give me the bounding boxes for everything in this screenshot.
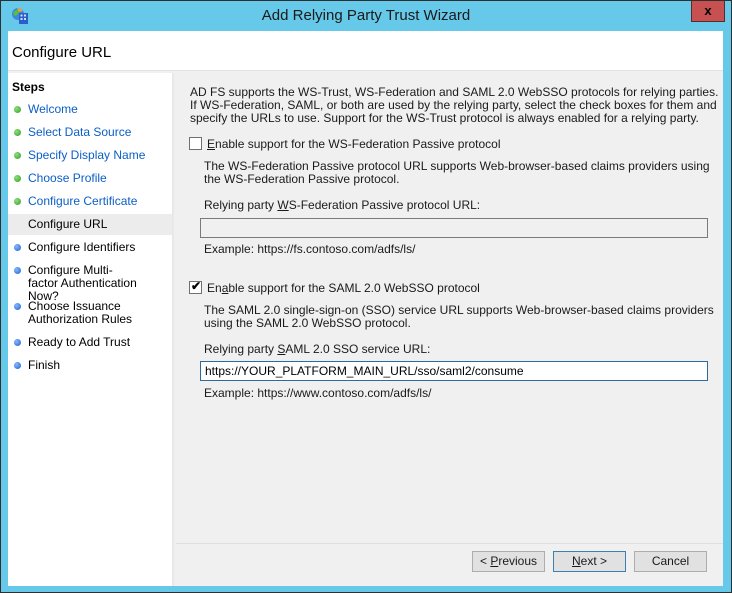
step-pending-icon xyxy=(14,267,21,274)
step-label: Finish xyxy=(28,358,61,372)
step-label: Welcome xyxy=(28,102,78,116)
saml-example: Example: https://www.contoso.com/adfs/ls… xyxy=(204,386,432,400)
close-icon: x xyxy=(704,3,712,18)
step-label: Select Data Source xyxy=(28,125,132,139)
wsfed-checkbox[interactable] xyxy=(189,137,202,150)
step-item[interactable]: Select Data Source xyxy=(8,126,172,139)
page-title: Configure URL xyxy=(12,44,112,61)
step-complete-icon xyxy=(14,221,21,228)
footer-divider xyxy=(176,543,723,544)
step-item[interactable]: Specify Display Name xyxy=(8,149,172,162)
step-complete-icon xyxy=(14,198,21,205)
step-item: Configure URL xyxy=(8,214,172,235)
step-complete-icon xyxy=(14,106,21,113)
saml-url-input[interactable] xyxy=(200,361,708,381)
intro-text: AD FS supports the WS-Trust, WS-Federati… xyxy=(190,85,719,125)
step-label: Configure URL xyxy=(28,217,108,231)
title-bar[interactable]: Add Relying Party Trust Wizard x xyxy=(1,1,731,31)
wsfed-description: The WS-Federation Passive protocol URL s… xyxy=(204,159,710,186)
step-pending-icon xyxy=(14,362,21,369)
step-label: Configure Identifiers xyxy=(28,240,136,254)
mnemonic: E xyxy=(207,137,216,151)
mnemonic: W xyxy=(277,198,289,212)
wsfed-field-label: Relying party WS-Federation Passive prot… xyxy=(204,199,732,212)
content-panel: AD FS supports the WS-Trust, WS-Federati… xyxy=(176,73,723,586)
label-text: < xyxy=(479,554,491,568)
saml-field-label: Relying party SAML 2.0 SSO service URL: xyxy=(204,343,732,356)
wsfed-checkbox-label[interactable]: Enable support for the WS-Federation Pas… xyxy=(207,137,501,151)
step-label: Choose Profile xyxy=(28,171,107,185)
step-item: Configure Identifiers xyxy=(8,241,172,254)
step-complete-icon xyxy=(14,175,21,182)
wsfed-example: Example: https://fs.contoso.com/adfs/ls/ xyxy=(204,242,416,256)
label-text: Relying party xyxy=(204,342,278,356)
page-header: Configure URL xyxy=(8,31,723,71)
label-text: ext > xyxy=(580,554,608,568)
step-item[interactable]: Choose Profile xyxy=(8,172,172,185)
label-text: ble support for the SAML 2.0 WebSSO prot… xyxy=(228,281,480,295)
label-text: S-Federation Passive protocol URL: xyxy=(288,198,481,212)
saml-checkbox-label[interactable]: Enable support for the SAML 2.0 WebSSO p… xyxy=(207,281,480,295)
step-label: Choose Issuance Authorization Rules xyxy=(28,299,133,326)
mnemonic: N xyxy=(571,554,581,568)
label-text: nable support for the WS-Federation Pass… xyxy=(215,137,501,151)
wizard-window: Add Relying Party Trust Wizard x Configu… xyxy=(0,0,732,593)
window-title: Add Relying Party Trust Wizard xyxy=(261,7,471,24)
steps-heading: Steps xyxy=(12,80,45,94)
label-text: Relying party xyxy=(204,198,278,212)
step-pending-icon xyxy=(14,244,21,251)
step-pending-icon xyxy=(14,339,21,346)
label-text: AML 2.0 SSO service URL: xyxy=(285,342,431,356)
step-complete-icon xyxy=(14,129,21,136)
step-item: Finish xyxy=(8,359,172,372)
saml-checkbox[interactable]: ✔ xyxy=(189,279,202,294)
close-button[interactable]: x xyxy=(691,1,725,22)
step-item: Configure Multi-factor Authentication No… xyxy=(8,264,172,303)
step-item: Ready to Add Trust xyxy=(8,336,172,349)
label-text: En xyxy=(207,281,222,295)
step-item: Choose Issuance Authorization Rules xyxy=(8,300,172,326)
step-label: Configure Multi-factor Authentication No… xyxy=(28,263,137,303)
step-label: Specify Display Name xyxy=(28,148,146,162)
checkmark-icon: ✔ xyxy=(191,279,202,293)
step-pending-icon xyxy=(14,303,21,310)
wizard-client-area: Configure URL Steps Welcome Select Data S… xyxy=(8,31,723,586)
saml-description: The SAML 2.0 single-sign-on (SSO) servic… xyxy=(204,303,714,330)
step-label: Ready to Add Trust xyxy=(28,335,131,349)
previous-button[interactable]: < Previous xyxy=(472,551,545,572)
step-label: Configure Certificate xyxy=(28,194,138,208)
label-text: revious xyxy=(498,554,538,568)
next-button[interactable]: Next > xyxy=(553,551,626,572)
step-complete-icon xyxy=(14,152,21,159)
wsfed-url-input[interactable] xyxy=(200,218,708,238)
cancel-button[interactable]: Cancel xyxy=(634,551,707,572)
step-item[interactable]: Configure Certificate xyxy=(8,195,172,208)
step-item[interactable]: Welcome xyxy=(8,103,172,116)
steps-panel: Steps Welcome Select Data Source Specify D… xyxy=(8,73,174,586)
